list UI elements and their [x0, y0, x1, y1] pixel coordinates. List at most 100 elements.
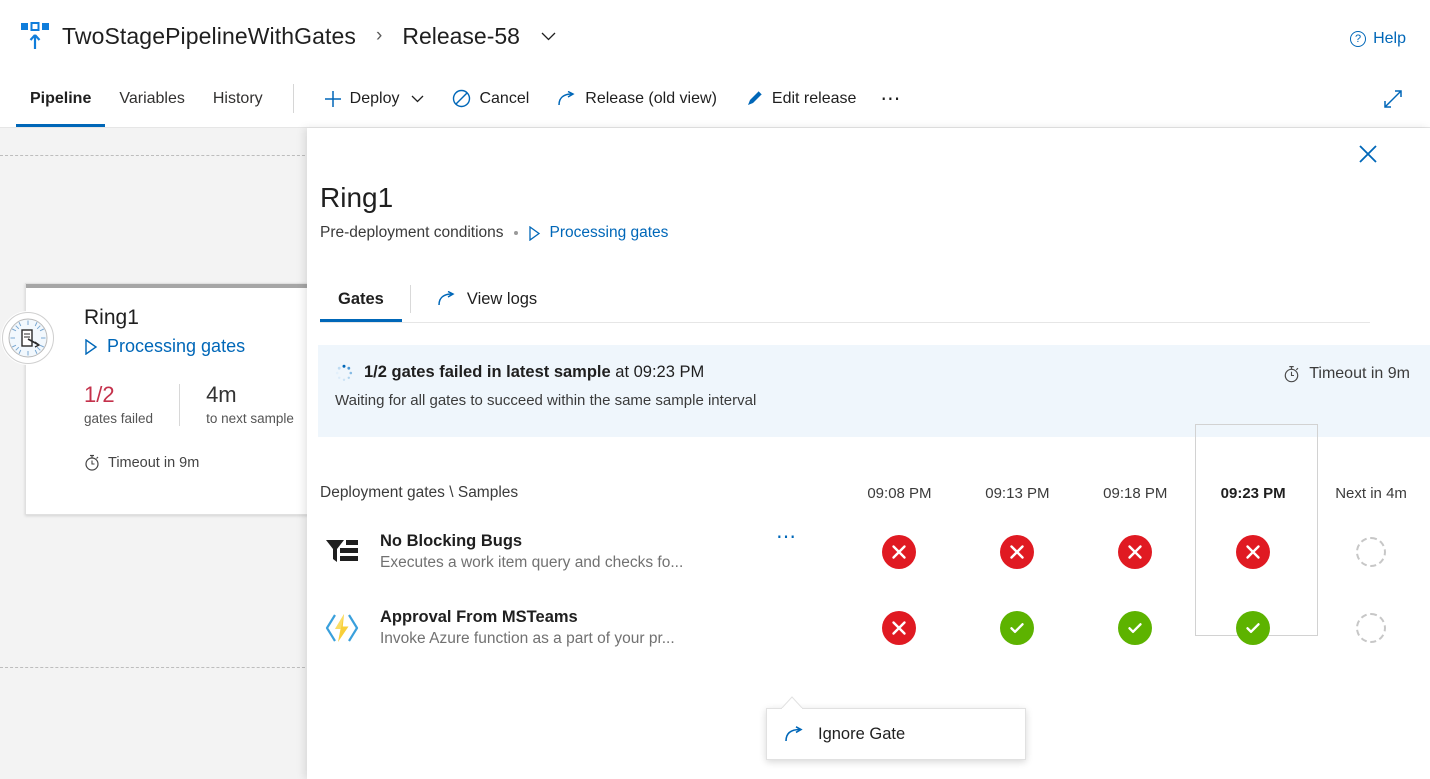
tab-pipeline-label: Pipeline	[30, 89, 92, 107]
gate-result-cell	[1076, 514, 1194, 590]
release-pipeline-icon	[20, 22, 50, 50]
ignore-gate-menu-item[interactable]: Ignore Gate	[766, 708, 1026, 760]
panel-subtitle-status-label: Processing gates	[549, 224, 669, 241]
stage-card-name: Ring1	[84, 306, 139, 329]
pencil-icon	[745, 89, 764, 108]
cancel-label: Cancel	[479, 89, 530, 107]
cancel-button[interactable]: Cancel	[438, 70, 543, 127]
spinner-icon	[335, 364, 353, 382]
edit-release-label: Edit release	[771, 89, 857, 107]
question-mark-icon: ?	[1350, 31, 1367, 47]
chevron-down-icon[interactable]	[541, 28, 556, 45]
gates-status-banner: 1/2 gates failed in latest sample at 09:…	[318, 345, 1430, 437]
play-triangle-icon	[528, 225, 541, 241]
gate-texts-2: Approval From MSTeams Invoke Azure funct…	[380, 608, 675, 648]
pipeline-name[interactable]: TwoStagePipelineWithGates	[62, 23, 356, 50]
banner-content: 1/2 gates failed in latest sample at 09:…	[318, 345, 1283, 409]
gate-result-cell	[1194, 514, 1312, 590]
sample-column-header-1: 09:08 PM	[867, 485, 932, 502]
panel-tab-underline	[320, 322, 1370, 323]
banner-headline: 1/2 gates failed in latest sample at 09:…	[364, 363, 704, 382]
deploy-button[interactable]: Deploy	[310, 70, 439, 127]
table-row[interactable]: Approval From MSTeams Invoke Azure funct…	[318, 590, 1430, 666]
banner-headline-row: 1/2 gates failed in latest sample at 09:…	[335, 363, 1283, 382]
stage-card-status-label: Processing gates	[107, 336, 246, 356]
toolbar: Pipeline Variables History Deploy Cancel…	[0, 70, 1430, 128]
tab-gates-label: Gates	[338, 289, 384, 308]
expand-diagonal-icon[interactable]	[1378, 84, 1408, 114]
gate-title: Approval From MSTeams	[380, 608, 578, 626]
stopwatch-icon	[1283, 365, 1300, 383]
gate-result-cell	[1194, 590, 1312, 666]
gate-result-cell	[1312, 514, 1430, 590]
panel-tabs: Gates View logs	[320, 276, 555, 322]
bullet-dot-icon	[513, 231, 518, 235]
open-external-icon	[437, 291, 457, 307]
metric-divider	[179, 384, 181, 426]
gate-result-cell	[1076, 590, 1194, 666]
help-button[interactable]: ? Help	[1350, 30, 1406, 48]
gate-title: No Blocking Bugs	[380, 532, 523, 550]
page-header: TwoStagePipelineWithGates › Release-58 ?…	[0, 0, 1430, 70]
panel-subtitle-status-link[interactable]: Processing gates	[528, 224, 669, 242]
banner-subtext: Waiting for all gates to succeed within …	[335, 392, 757, 409]
release-old-view-button[interactable]: Release (old view)	[543, 70, 731, 127]
stage-card-timeout: Timeout in 9m	[84, 454, 199, 471]
breadcrumb-separator: ›	[376, 25, 383, 46]
gate-result-cell	[841, 590, 959, 666]
table-row[interactable]: No Blocking Bugs Executes a work item qu…	[318, 514, 1430, 590]
breadcrumb: TwoStagePipelineWithGates › Release-58	[20, 22, 556, 50]
close-icon[interactable]	[1352, 138, 1384, 170]
status-fail-icon	[1000, 535, 1035, 569]
play-triangle-icon	[84, 338, 98, 355]
tab-variables-label: Variables	[119, 89, 185, 107]
metric-next-sample-value: 4m	[206, 382, 237, 407]
tab-gates[interactable]: Gates	[320, 276, 402, 322]
tab-variables[interactable]: Variables	[105, 70, 199, 127]
status-fail-icon	[1118, 535, 1153, 569]
canvas-dashed-divider-top	[0, 155, 310, 156]
open-external-icon	[557, 90, 577, 107]
chevron-down-icon	[411, 95, 424, 103]
panel-subtitle-text: Pre-deployment conditions	[320, 224, 504, 241]
tab-pipeline[interactable]: Pipeline	[16, 70, 106, 127]
stage-card-status[interactable]: Processing gates	[84, 336, 245, 357]
gate-result-cell	[1312, 590, 1430, 666]
callout-beak	[781, 696, 803, 709]
banner-headline-rest: at 09:23 PM	[610, 363, 705, 381]
help-label: Help	[1373, 30, 1406, 47]
status-pending-icon	[1356, 613, 1387, 643]
banner-timeout: Timeout in 9m	[1283, 345, 1430, 383]
release-name[interactable]: Release-58	[402, 23, 520, 50]
gate-info-1: No Blocking Bugs Executes a work item qu…	[318, 532, 841, 572]
gate-result-cell	[958, 590, 1076, 666]
azure-function-icon	[320, 611, 364, 645]
plus-icon	[324, 90, 342, 108]
stage-card-metrics: 1/2 gates failed 4m to next sample	[84, 382, 294, 426]
gate-info-2: Approval From MSTeams Invoke Azure funct…	[318, 608, 841, 648]
status-pending-icon	[1356, 537, 1387, 567]
sample-column-header-2: 09:13 PM	[985, 485, 1050, 502]
tab-history-label: History	[212, 89, 263, 107]
view-logs-button[interactable]: View logs	[419, 276, 555, 322]
edit-release-button[interactable]: Edit release	[731, 70, 871, 127]
status-fail-icon	[882, 611, 917, 645]
tab-history[interactable]: History	[199, 70, 277, 127]
gate-result-cell	[841, 514, 959, 590]
more-actions-button[interactable]: ⋯	[870, 70, 912, 127]
banner-headline-bold: 1/2 gates failed in latest sample	[364, 363, 611, 381]
app-root: TwoStagePipelineWithGates › Release-58 ?…	[0, 0, 1430, 779]
release-old-view-label: Release (old view)	[585, 89, 717, 107]
deploy-label: Deploy	[349, 89, 400, 107]
gates-table: Deployment gates \ Samples 09:08 PM 09:1…	[318, 424, 1430, 760]
gate-texts-1: No Blocking Bugs Executes a work item qu…	[380, 532, 683, 572]
canvas-dashed-divider-bottom	[0, 667, 310, 668]
metric-gates-failed-label: gates failed	[84, 411, 154, 426]
metric-gates-failed: 1/2 gates failed	[84, 382, 153, 426]
panel-subtitle: Pre-deployment conditions Processing gat…	[320, 224, 668, 242]
ignore-gate-label: Ignore Gate	[818, 724, 906, 743]
stage-card-ring1[interactable]: Ring1 Processing gates 1/2 gates failed …	[2, 283, 313, 515]
cancel-circle-icon	[452, 89, 471, 108]
panel-tab-divider	[409, 285, 411, 313]
gate-row-more-button[interactable]: ⋯	[776, 527, 798, 547]
